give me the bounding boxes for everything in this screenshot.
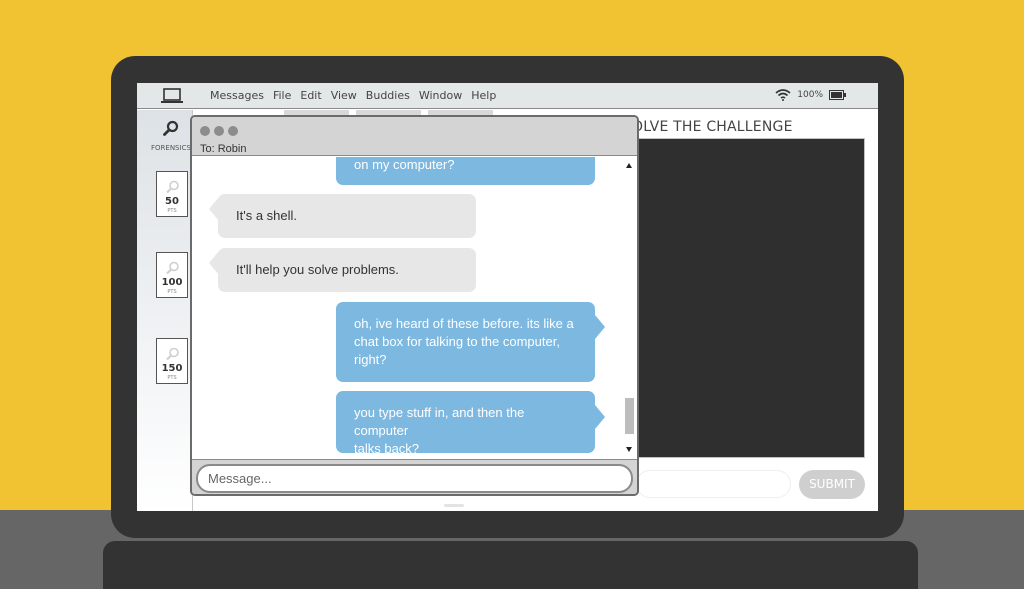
challenge-title: OLVE THE CHALLENGE [632, 119, 793, 135]
laptop-screen: Messages File Edit View Buddies Window H… [137, 83, 878, 511]
bubble-tail [595, 405, 605, 429]
scroll-up-arrow-icon[interactable] [626, 163, 632, 168]
battery-percent: 100% [797, 89, 823, 100]
close-dot[interactable] [200, 126, 210, 136]
message-line: chat box for talking to the computer, [354, 334, 560, 349]
message-line: you type stuff in, and then the computer [354, 405, 525, 438]
magnifier-icon [166, 261, 179, 275]
message-line: oh, ive heard of these before. its like … [354, 316, 574, 331]
challenge-card-50[interactable]: 50 PTS [156, 171, 188, 217]
terminal-panel[interactable] [636, 138, 865, 458]
challenge-points: 100 [161, 277, 183, 288]
menu-edit[interactable]: Edit [300, 89, 321, 102]
scroll-thumb[interactable] [625, 398, 634, 434]
laptop-base [103, 541, 918, 589]
magnifier-icon[interactable] [163, 120, 179, 136]
message-line: right? [354, 352, 387, 367]
answer-input[interactable] [636, 470, 791, 498]
menu-help[interactable]: Help [471, 89, 496, 102]
chat-window: To: Robin on my computer? It's a shell. … [190, 115, 639, 496]
message-line: talks back? [354, 441, 420, 456]
message-bubble-incoming: It's a shell. [218, 194, 476, 238]
battery-icon[interactable] [829, 89, 846, 100]
challenge-points: 50 [165, 196, 179, 207]
message-text: It's a shell. [236, 208, 298, 223]
chat-titlebar: To: Robin [192, 117, 637, 156]
magnifier-icon [166, 180, 179, 194]
menu-view[interactable]: View [331, 89, 357, 102]
laptop-icon [161, 88, 183, 103]
message-bubble-outgoing: you type stuff in, and then the computer… [336, 391, 595, 456]
wifi-icon[interactable] [775, 88, 791, 101]
submit-button[interactable]: SUBMIT [799, 470, 865, 499]
challenge-card-100[interactable]: 100 PTS [156, 252, 188, 298]
menu-window[interactable]: Window [419, 89, 462, 102]
challenge-points: 150 [161, 363, 183, 374]
menu-items: Messages File Edit View Buddies Window H… [210, 89, 496, 102]
scroll-down-arrow-icon[interactable] [626, 447, 632, 452]
message-text: on my computer? [354, 157, 455, 172]
zoom-dot[interactable] [228, 126, 238, 136]
menu-buddies[interactable]: Buddies [366, 89, 410, 102]
magnifier-icon [166, 347, 179, 361]
category-label: FORENSICS [151, 144, 191, 152]
home-indicator [444, 504, 464, 507]
message-input[interactable] [196, 464, 633, 493]
challenge-points-unit: PTS [167, 375, 177, 381]
challenge-points-unit: PTS [167, 208, 177, 214]
message-bubble-outgoing: on my computer? [336, 157, 595, 185]
challenge-points-unit: PTS [167, 289, 177, 295]
bubble-tail [595, 315, 605, 339]
category-sidebar: FORENSICS 50 PTS 100 PTS 150 PTS [137, 110, 193, 511]
chat-scrollbar[interactable] [622, 157, 637, 458]
status-area: 100% [775, 88, 846, 101]
message-bubble-outgoing: oh, ive heard of these before. its like … [336, 302, 595, 382]
compose-area [192, 459, 637, 494]
menu-messages[interactable]: Messages [210, 89, 264, 102]
challenge-card-150[interactable]: 150 PTS [156, 338, 188, 384]
menu-file[interactable]: File [273, 89, 291, 102]
chat-log: on my computer? It's a shell. It'll help… [192, 157, 622, 458]
minimize-dot[interactable] [214, 126, 224, 136]
menu-bar: Messages File Edit View Buddies Window H… [137, 83, 878, 109]
message-text: It'll help you solve problems. [236, 262, 399, 277]
chat-recipient: To: Robin [200, 143, 247, 155]
message-bubble-incoming: It'll help you solve problems. [218, 248, 476, 292]
